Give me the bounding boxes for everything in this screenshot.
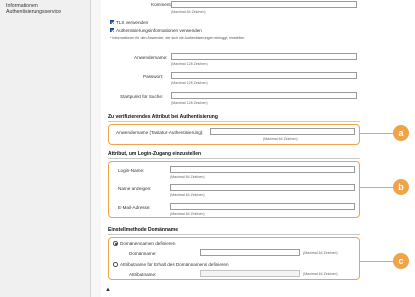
attribute-domain-radio[interactable] [113,262,118,267]
verify-section-title: Zu verifizierendes Attribut bei Authenti… [108,114,218,120]
domain-name-label: Domänname: [129,251,157,256]
callout-a: a [393,125,409,141]
scroll-gutter [91,0,101,297]
callout-b-line [360,187,395,188]
sidebar-item-auth-service[interactable]: Informationen Authentisierungsservice [6,3,88,16]
domain-name-input[interactable] [200,249,300,256]
password-input[interactable] [171,72,357,79]
scroll-up-icon[interactable]: ▲ [105,287,111,293]
username-hint: (Maximal 128 Zeichen) [171,62,208,66]
attribute-name-hint: (Maximal 64 Zeichen) [303,272,338,276]
email-input[interactable] [170,203,355,210]
attribute-name-input[interactable] [200,270,300,277]
display-name-hint: (Maximal 64 Zeichen) [170,193,205,197]
define-domain-label: Domänennamen definieren [120,240,176,246]
attribute-domain-label: Attributname für Erhalt des Domännamens … [120,261,229,267]
auth-note: * Informationen für den Anwender, der si… [110,35,246,40]
display-name-input[interactable] [170,184,355,191]
username-input[interactable] [171,53,357,60]
callout-c-line [360,261,395,262]
search-base-label: Startpunkt für Suche: [120,94,164,99]
callout-a-line [360,133,395,134]
divider [108,158,360,159]
domain-section-title: Einstellmethode Domänname [108,227,179,233]
divider [108,234,360,235]
login-name-hint: (Maximal 64 Zeichen) [170,175,205,179]
domain-name-hint: (Maximal 64 Zeichen) [303,251,338,255]
login-name-label: Login-Name: [118,168,145,173]
verify-field-input[interactable] [210,128,355,135]
attribute-name-label: Attributname: [129,272,157,277]
email-hint: (Maximal 64 Zeichen) [170,212,205,216]
username-label: Anwendername: [134,55,168,60]
search-base-input[interactable] [171,92,357,99]
auth-label: Authentisierungsinformationen verwenden [116,27,202,33]
define-domain-radio[interactable] [113,241,118,246]
main-content: Kommentare: (Maximal 64 Zeichen) TLS ver… [103,0,415,297]
tls-checkbox[interactable] [110,20,114,24]
password-label: Passwort: [143,74,164,79]
password-hint: (Maximal 128 Zeichen) [171,81,208,85]
email-label: E-Mail-Adresse: [118,205,151,210]
login-section-title: Attribut, um Login-Zugang einzustellen [108,151,202,157]
display-name-label: Name anzeigen: [118,186,152,191]
verify-field-hint: (Maximal 64 Zeichen) [263,137,298,141]
login-name-input[interactable] [170,166,355,173]
verify-field-label: Anwendername (Tastatur-Authentisierung): [116,130,204,135]
divider [108,121,360,122]
tls-label: TLS verwenden [116,19,149,25]
comment-hint: (Maximal 64 Zeichen) [171,10,206,14]
callout-c: c [393,253,409,269]
comment-input[interactable] [171,1,357,8]
sidebar: Informationen Authentisierungsservice [0,0,91,297]
search-base-hint: (Maximal 128 Zeichen) [171,101,208,105]
auth-checkbox[interactable] [110,28,114,32]
callout-b: b [393,179,409,195]
